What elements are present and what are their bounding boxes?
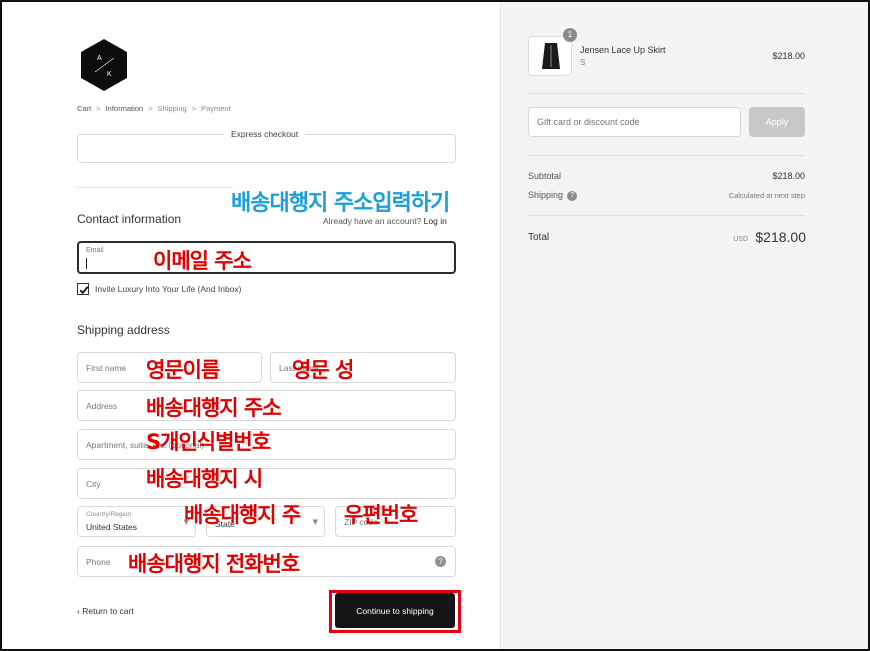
continue-to-shipping-button[interactable]: Continue to shipping [335, 593, 455, 628]
chevron-down-icon: ▼ [312, 518, 318, 526]
skirt-image [542, 43, 560, 69]
newsletter-label: Invite Luxury Into Your Life (And Inbox) [95, 284, 242, 294]
product-thumbnail [528, 36, 572, 76]
breadcrumb-cart[interactable]: Cart [77, 104, 91, 113]
divider [528, 93, 805, 94]
total-label: Total [528, 232, 550, 243]
chevron-left-icon: ‹ [77, 606, 80, 616]
logo-letter-a: A [97, 55, 102, 62]
newsletter-checkbox[interactable] [77, 283, 89, 295]
order-summary-panel [500, 0, 870, 651]
have-account-text: Already have an account? Log in [323, 216, 447, 226]
store-logo[interactable]: A K [80, 39, 128, 91]
annotation-email: 이메일 주소 [153, 249, 252, 273]
return-to-cart-link[interactable]: ‹ Return to cart [77, 606, 134, 616]
annotation-address: 배송대행지 주소 [146, 396, 282, 420]
text-caret [86, 258, 87, 269]
quantity-badge: 1 [563, 28, 577, 42]
question-icon[interactable]: ? [567, 190, 578, 201]
shipping-summary-value: Calculated at next step [728, 191, 805, 200]
divider [528, 155, 805, 156]
city-field[interactable]: City [77, 468, 456, 499]
express-checkout-title: Express checkout [224, 129, 306, 139]
subtotal-label: Subtotal [528, 171, 562, 181]
chevron-right-icon: > [148, 104, 153, 113]
have-account-question: Already have an account? [323, 216, 422, 226]
annotation-phone: 배송대행지 전화번호 [128, 552, 300, 576]
email-label: Email [86, 247, 104, 254]
annotation-apartment: S개인식별번호 [146, 430, 271, 454]
discount-code-input[interactable] [528, 107, 741, 137]
apply-discount-button[interactable]: Apply [749, 107, 805, 137]
breadcrumb-payment: Payment [201, 104, 231, 113]
product-name: Jensen Lace Up Skirt [580, 45, 666, 55]
annotation-zip: 우편번호 [344, 503, 418, 527]
city-placeholder: City [86, 479, 101, 489]
total-value: $218.00 [755, 229, 806, 245]
logo-letter-k: K [107, 71, 112, 78]
product-variant: S [580, 58, 586, 67]
annotation-first-name: 영문이름 [146, 358, 220, 382]
annotation-state: 배송대행지 주 [184, 503, 301, 527]
divider [528, 215, 805, 216]
address-placeholder: Address [86, 401, 118, 411]
question-icon[interactable]: ? [435, 556, 446, 567]
email-field[interactable]: Email [77, 241, 456, 274]
shipping-summary-text: Shipping [528, 190, 564, 200]
annotation-heading: 배송대행지 주소입력하기 [231, 191, 450, 216]
subtotal-value: $218.00 [772, 171, 805, 181]
annotation-city: 배송대행지 시 [146, 467, 263, 491]
checkmark-icon [79, 286, 89, 295]
divider [77, 187, 233, 188]
country-label: Country/Region [86, 511, 132, 518]
contact-information-title: Contact information [77, 212, 182, 226]
shipping-summary-label: Shipping? [528, 190, 578, 201]
return-to-cart-label: Return to cart [82, 606, 134, 616]
breadcrumb-shipping: Shipping [157, 104, 187, 113]
breadcrumb: Cart > Information > Shipping > Payment [77, 104, 231, 113]
chevron-right-icon: > [191, 104, 197, 113]
country-value: United States [86, 522, 138, 532]
chevron-right-icon: > [96, 104, 101, 113]
phone-placeholder: Phone [86, 557, 111, 567]
product-price: $218.00 [772, 51, 805, 61]
shipping-address-title: Shipping address [77, 323, 170, 337]
annotation-last-name: 영문 성 [292, 358, 354, 382]
login-link[interactable]: Log in [424, 216, 447, 226]
breadcrumb-information: Information [105, 104, 144, 113]
first-name-placeholder: First name [86, 363, 127, 373]
country-select[interactable]: Country/Region United States ▼ [77, 506, 196, 537]
total-currency: USD [733, 236, 748, 243]
